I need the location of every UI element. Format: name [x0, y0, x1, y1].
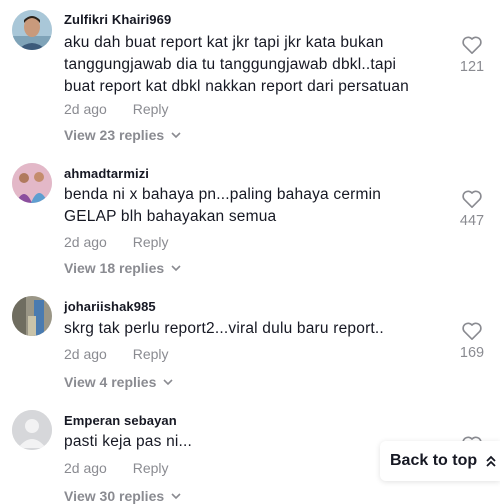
like-count: 169 — [459, 345, 485, 361]
view-replies-button[interactable]: View 30 replies — [64, 488, 182, 504]
like-button[interactable]: 169 — [452, 321, 492, 361]
heart-outline-icon — [462, 36, 482, 54]
comment-time: 2d ago — [64, 101, 107, 117]
comment-text: benda ni x bahaya pn...paling bahaya cer… — [64, 186, 382, 225]
back-to-top-label: Back to top — [390, 452, 478, 469]
view-replies-button[interactable]: View 23 replies — [64, 127, 182, 143]
comment-text: pasti keja pas ni... — [64, 433, 193, 450]
view-replies-label: View 30 replies — [64, 488, 165, 504]
view-replies-button[interactable]: View 4 replies — [64, 374, 174, 390]
outdoor-photo-avatar — [12, 296, 52, 336]
reply-button[interactable]: Reply — [133, 346, 169, 362]
reply-button[interactable]: Reply — [133, 101, 169, 117]
comment-time: 2d ago — [64, 460, 107, 476]
comment-meta: 2d ago Reply — [64, 346, 169, 362]
comment-meta: 2d ago Reply — [64, 234, 169, 250]
chevron-down-icon — [163, 379, 173, 386]
reply-button[interactable]: Reply — [133, 460, 169, 476]
view-replies-label: View 18 replies — [64, 260, 165, 276]
comment-username[interactable]: Zulfikri Khairi969 — [64, 12, 171, 27]
like-count: 447 — [459, 213, 485, 229]
person-photo-avatar — [12, 10, 52, 50]
like-count: 121 — [459, 59, 485, 75]
comment-text: skrg tak perlu report2...viral dulu baru… — [64, 320, 384, 337]
comment-username[interactable]: Emperan sebayan — [64, 413, 177, 428]
reply-button[interactable]: Reply — [133, 234, 169, 250]
like-button[interactable]: 121 — [452, 35, 492, 75]
view-replies-label: View 23 replies — [64, 127, 165, 143]
comment-meta: 2d ago Reply — [64, 460, 169, 476]
avatar[interactable] — [12, 410, 52, 450]
heart-outline-icon — [462, 190, 482, 208]
comment-time: 2d ago — [64, 234, 107, 250]
view-replies-button[interactable]: View 18 replies — [64, 260, 182, 276]
comment-meta: 2d ago Reply — [64, 101, 169, 117]
back-to-top-button[interactable]: Back to top — [380, 441, 500, 481]
comment-text: aku dah buat report kat jkr tapi jkr kat… — [64, 34, 409, 95]
default-avatar-icon — [12, 410, 52, 450]
view-replies-label: View 4 replies — [64, 374, 157, 390]
avatar[interactable] — [12, 163, 52, 203]
avatar[interactable] — [12, 296, 52, 336]
double-chevron-up-icon — [486, 455, 496, 467]
comment-time: 2d ago — [64, 346, 107, 362]
comment-username[interactable]: johariishak985 — [64, 299, 156, 314]
chevron-down-icon — [171, 132, 181, 139]
comment-username[interactable]: ahmadtarmizi — [64, 166, 149, 181]
like-button[interactable]: 447 — [452, 189, 492, 229]
avatar[interactable] — [12, 10, 52, 50]
chevron-down-icon — [171, 265, 181, 272]
heart-outline-icon — [462, 322, 482, 340]
chevron-down-icon — [171, 493, 181, 500]
group-photo-avatar — [12, 163, 52, 203]
